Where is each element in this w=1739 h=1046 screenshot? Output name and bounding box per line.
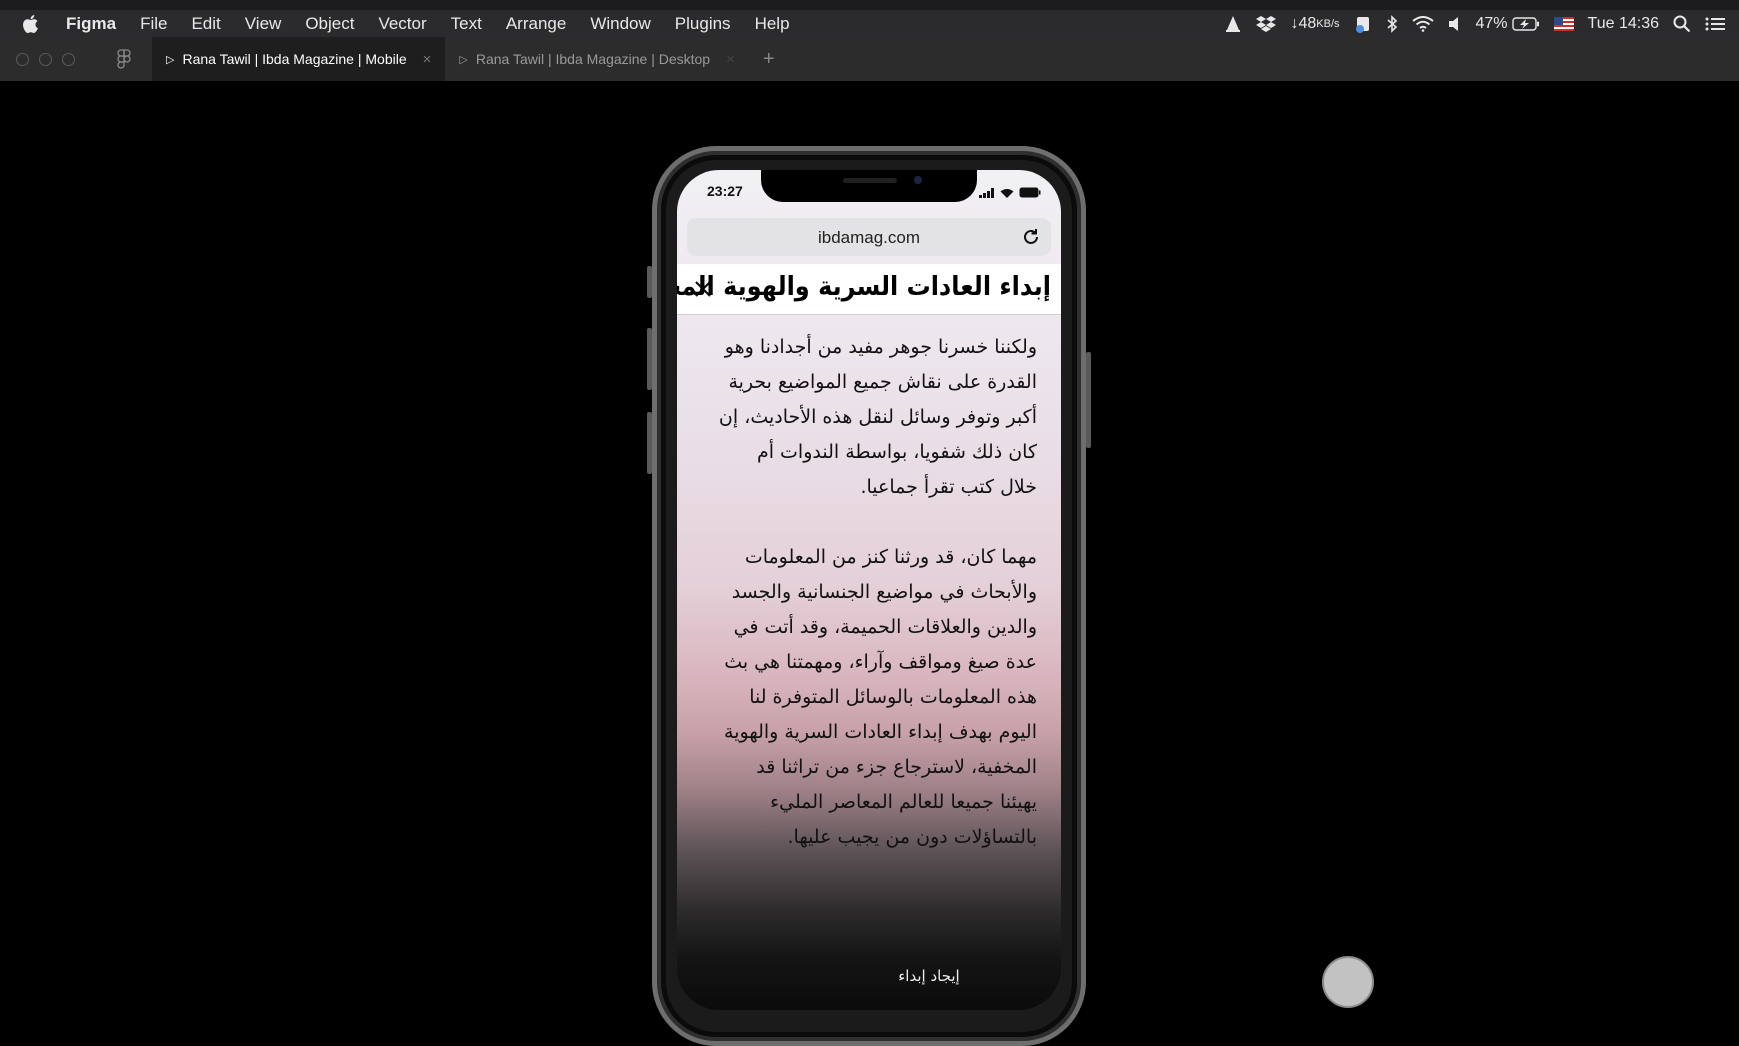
- speaker-grille: [843, 178, 897, 183]
- phone-silent-switch: [647, 266, 652, 298]
- wifi-icon: [1000, 185, 1014, 203]
- url-text: ibdamag.com: [817, 228, 921, 247]
- tab-close-icon[interactable]: ×: [726, 51, 735, 68]
- reload-icon[interactable]: [1021, 227, 1041, 252]
- figma-tab-bar: ▷ Rana Tawil | Ibda Magazine | Mobile × …: [0, 37, 1739, 81]
- status-time: 23:27: [707, 183, 743, 199]
- apple-icon[interactable]: [0, 14, 62, 34]
- menu-text[interactable]: Text: [439, 10, 494, 37]
- menu-help[interactable]: Help: [743, 10, 802, 37]
- browser-address-bar[interactable]: ibdamag.com: [687, 218, 1051, 256]
- network-speed-unit: KB/s: [1316, 17, 1340, 30]
- find-ibda-link[interactable]: إيجاد إبداء: [677, 967, 1061, 985]
- status-icons: [979, 185, 1041, 203]
- article-header: إبداء العادات السرية والهوية المخفية: [677, 264, 1061, 315]
- window-controls: [0, 52, 96, 66]
- article-title: إبداء العادات السرية والهوية المخفية: [677, 270, 1052, 302]
- close-window-button[interactable]: [16, 52, 29, 66]
- menu-file[interactable]: File: [128, 10, 179, 37]
- play-icon: ▷: [459, 53, 468, 66]
- zoom-window-button[interactable]: [62, 52, 75, 66]
- menu-app-name[interactable]: Figma: [62, 10, 128, 37]
- menu-window[interactable]: Window: [578, 10, 662, 37]
- menu-arrange[interactable]: Arrange: [494, 10, 578, 37]
- phone-screen: 23:27 ibdamag.com إبداء العادات السرية و…: [677, 170, 1061, 1010]
- touch-cursor: [1322, 956, 1374, 1008]
- tab-label: Rana Tawil | Ibda Magazine | Desktop: [475, 51, 711, 67]
- phone-power-button: [1086, 352, 1091, 448]
- battery-charging-icon[interactable]: [1511, 10, 1540, 37]
- battery-percent[interactable]: 47%: [1476, 10, 1508, 37]
- sync-app-icon[interactable]: [1354, 10, 1372, 37]
- menu-plugins[interactable]: Plugins: [663, 10, 743, 37]
- minimize-window-button[interactable]: [39, 52, 52, 66]
- volume-icon[interactable]: [1448, 10, 1462, 37]
- bluetooth-icon[interactable]: [1386, 10, 1398, 37]
- phone-volume-down: [647, 412, 652, 474]
- menu-object[interactable]: Object: [293, 10, 366, 37]
- menu-edit[interactable]: Edit: [179, 10, 232, 37]
- us-flag-icon[interactable]: [1553, 10, 1574, 37]
- menu-vector[interactable]: Vector: [366, 10, 438, 37]
- article-paragraph: مهما كان، قد ورثنا كنز من المعلومات والأ…: [724, 546, 1037, 848]
- menu-view[interactable]: View: [233, 10, 294, 37]
- notification-center-icon[interactable]: [1705, 10, 1725, 37]
- phone-notch: [761, 170, 977, 202]
- article-body: ولكننا خسرنا جوهر مفيد من أجدادنا وهو ال…: [715, 330, 1037, 890]
- article-paragraph: ولكننا خسرنا جوهر مفيد من أجدادنا وهو ال…: [718, 336, 1037, 498]
- figma-logo-icon[interactable]: [96, 49, 152, 69]
- play-icon: ▷: [166, 53, 175, 66]
- spotlight-search-icon[interactable]: [1673, 10, 1691, 37]
- vlc-icon[interactable]: [1224, 10, 1242, 37]
- menubar: Figma File Edit View Object Vector Text …: [0, 10, 1739, 37]
- wifi-icon[interactable]: [1411, 10, 1434, 37]
- cellular-signal-icon: [979, 185, 995, 203]
- front-camera: [914, 176, 922, 184]
- tab-label: Rana Tawil | Ibda Magazine | Mobile: [182, 51, 407, 67]
- new-tab-plus-icon[interactable]: +: [749, 48, 789, 71]
- phone-volume-up: [647, 328, 652, 390]
- network-speed-value: ↓48: [1290, 14, 1317, 32]
- dropbox-icon[interactable]: [1256, 10, 1277, 37]
- tab-mobile[interactable]: ▷ Rana Tawil | Ibda Magazine | Mobile ×: [152, 37, 446, 81]
- clock[interactable]: Tue 14:36: [1588, 10, 1659, 37]
- network-speed[interactable]: ↓48 KB/s: [1290, 10, 1339, 37]
- tab-desktop[interactable]: ▷ Rana Tawil | Ibda Magazine | Desktop ×: [445, 37, 749, 81]
- battery-icon: [1019, 185, 1041, 203]
- tab-close-icon[interactable]: ×: [423, 51, 432, 68]
- top-strip: [0, 0, 1739, 10]
